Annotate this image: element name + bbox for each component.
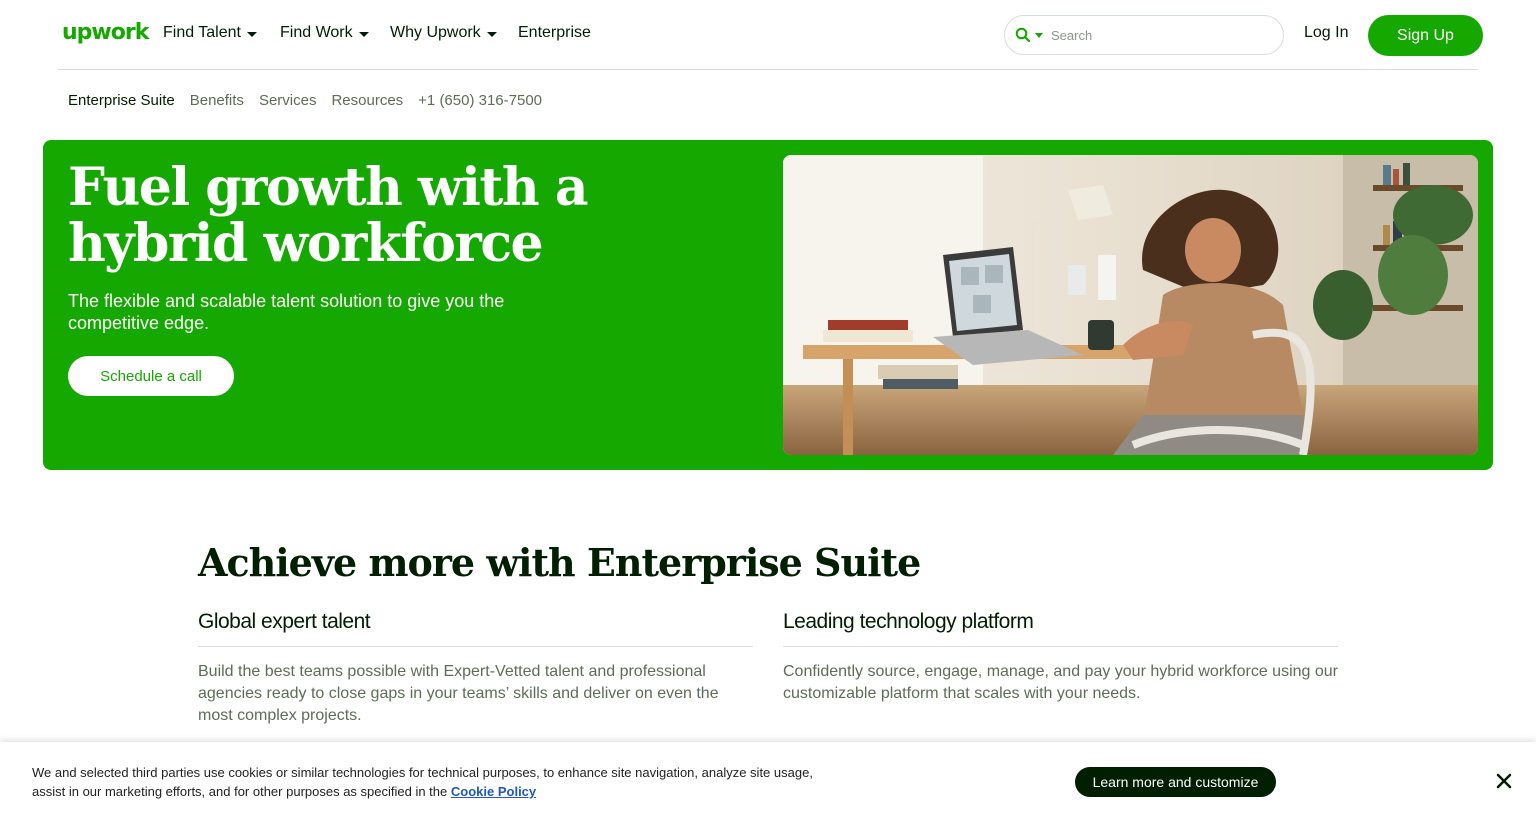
nav-enterprise[interactable]: Enterprise — [518, 24, 591, 42]
nav-find-talent-label: Find Talent — [163, 24, 241, 41]
cookie-policy-link[interactable]: Cookie Policy — [451, 784, 536, 799]
search-input[interactable] — [1051, 27, 1251, 43]
subnav-services[interactable]: Services — [259, 92, 317, 109]
nav-divider — [58, 69, 1478, 70]
cookie-text-block: We and selected third parties use cookie… — [32, 763, 832, 801]
search-icon[interactable] — [1015, 27, 1031, 43]
signup-button[interactable]: Sign Up — [1368, 15, 1483, 56]
nav-enterprise-label: Enterprise — [518, 24, 591, 41]
cookie-banner: We and selected third parties use cookie… — [0, 742, 1536, 824]
nav-find-work[interactable]: Find Work — [280, 24, 369, 42]
login-link[interactable]: Log In — [1304, 24, 1348, 42]
top-navigation: upwork Find Talent Find Work Why Upwork … — [0, 0, 1536, 70]
achieve-section-title: Achieve more with Enterprise Suite — [198, 540, 921, 585]
feature-technology-platform: Leading technology platform Confidently … — [783, 610, 1338, 705]
feature-heading: Leading technology platform — [783, 610, 1338, 647]
enterprise-subnav: Enterprise Suite Benefits Services Resou… — [68, 92, 542, 109]
feature-body: Build the best teams possible with Exper… — [198, 663, 719, 724]
nav-why-upwork[interactable]: Why Upwork — [390, 24, 497, 42]
feature-global-talent: Global expert talent Build the best team… — [198, 610, 753, 727]
subnav-enterprise-suite[interactable]: Enterprise Suite — [68, 92, 175, 109]
feature-heading: Global expert talent — [198, 610, 753, 647]
chevron-down-icon — [246, 31, 257, 37]
close-icon[interactable] — [1495, 772, 1513, 790]
hero-image — [783, 155, 1478, 455]
search-type-dropdown-icon[interactable] — [1035, 32, 1043, 38]
nav-why-upwork-label: Why Upwork — [390, 24, 481, 41]
learn-more-customize-button[interactable]: Learn more and customize — [1075, 767, 1276, 797]
schedule-call-button[interactable]: Schedule a call — [68, 356, 234, 396]
feature-body: Confidently source, engage, manage, and … — [783, 663, 1338, 702]
hero-subtitle: The flexible and scalable talent solutio… — [68, 291, 505, 333]
cookie-message: We and selected third parties use cookie… — [32, 765, 813, 799]
hero-banner: Fuel growth with a hybrid workforce The … — [43, 140, 1493, 470]
upwork-logo[interactable]: upwork — [62, 20, 149, 45]
subnav-phone-number[interactable]: +1 (650) 316-7500 — [418, 92, 542, 109]
hero-title: Fuel growth with a hybrid workforce — [68, 157, 589, 274]
nav-find-talent[interactable]: Find Talent — [163, 24, 257, 42]
subnav-benefits[interactable]: Benefits — [190, 92, 244, 109]
nav-find-work-label: Find Work — [280, 24, 353, 41]
search-bar[interactable] — [1004, 15, 1284, 55]
subnav-resources[interactable]: Resources — [331, 92, 403, 109]
chevron-down-icon — [358, 31, 369, 37]
woman-at-desk-illustration — [783, 155, 1478, 455]
chevron-down-icon — [486, 31, 497, 37]
